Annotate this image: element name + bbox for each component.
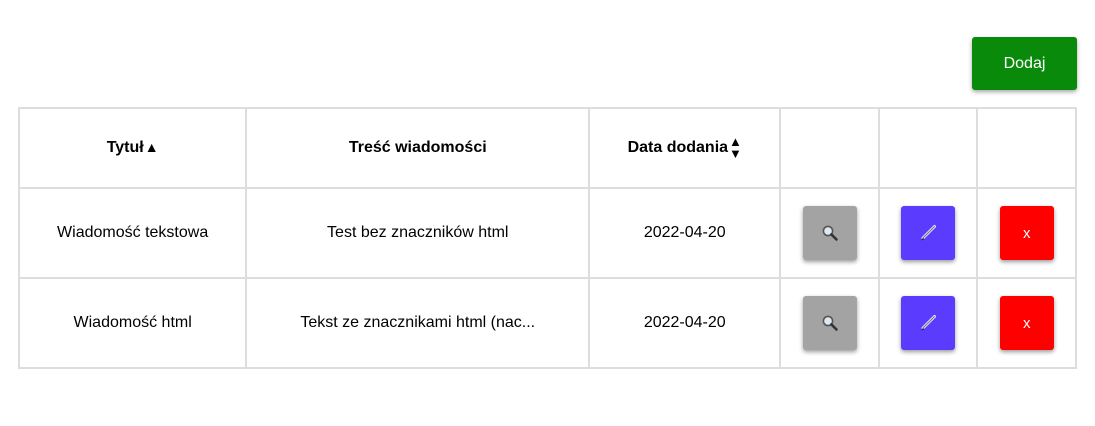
cell-edit bbox=[877, 277, 979, 369]
cell-delete: x bbox=[976, 187, 1077, 279]
header-action-edit bbox=[877, 107, 979, 189]
cell-edit bbox=[877, 187, 979, 279]
cell-view bbox=[779, 187, 880, 279]
cell-content: Tekst ze znacznikami html (nac... bbox=[245, 277, 591, 369]
table-row: Wiadomość html Tekst ze znacznikami html… bbox=[17, 277, 1077, 369]
cell-title: Wiadomość html bbox=[17, 277, 248, 369]
table-header-row: Tytuł▲ Treść wiadomości Data dodania ▲ ▼ bbox=[17, 107, 1077, 189]
messages-table: Tytuł▲ Treść wiadomości Data dodania ▲ ▼ W… bbox=[17, 107, 1077, 369]
header-content: Treść wiadomości bbox=[245, 107, 591, 189]
header-action-view bbox=[779, 107, 880, 189]
header-title[interactable]: Tytuł▲ bbox=[17, 107, 248, 189]
header-date[interactable]: Data dodania ▲ ▼ bbox=[588, 107, 782, 189]
sort-down-icon: ▼ bbox=[729, 146, 742, 161]
table-row: Wiadomość tekstowa Test bez znaczników h… bbox=[17, 187, 1077, 279]
edit-button[interactable] bbox=[901, 296, 956, 350]
pen-icon bbox=[918, 313, 938, 333]
view-button[interactable] bbox=[802, 206, 857, 260]
add-button[interactable]: Dodaj bbox=[972, 37, 1077, 90]
sort-both-icon[interactable]: ▲ ▼ bbox=[729, 135, 742, 161]
cell-title: Wiadomość tekstowa bbox=[17, 187, 248, 279]
cell-content: Test bez znaczników html bbox=[245, 187, 591, 279]
pen-icon bbox=[918, 223, 938, 243]
cell-view bbox=[779, 277, 880, 369]
view-button[interactable] bbox=[802, 296, 857, 350]
cell-date: 2022-04-20 bbox=[588, 187, 782, 279]
magnifier-icon bbox=[821, 224, 839, 242]
delete-button[interactable]: x bbox=[999, 206, 1054, 260]
page: Dodaj Tytuł▲ Treść wiadomości Data dodan… bbox=[0, 0, 1095, 426]
header-action-delete bbox=[976, 107, 1077, 189]
delete-button[interactable]: x bbox=[999, 296, 1054, 350]
cell-delete: x bbox=[976, 277, 1077, 369]
edit-button[interactable] bbox=[901, 206, 956, 260]
header-title-label: Tytuł bbox=[106, 139, 144, 156]
magnifier-icon bbox=[821, 314, 839, 332]
cell-date: 2022-04-20 bbox=[588, 277, 782, 369]
sort-ascending-icon[interactable]: ▲ bbox=[145, 139, 159, 155]
header-content-label: Treść wiadomości bbox=[348, 139, 487, 156]
header-date-label: Data dodania bbox=[627, 139, 729, 157]
